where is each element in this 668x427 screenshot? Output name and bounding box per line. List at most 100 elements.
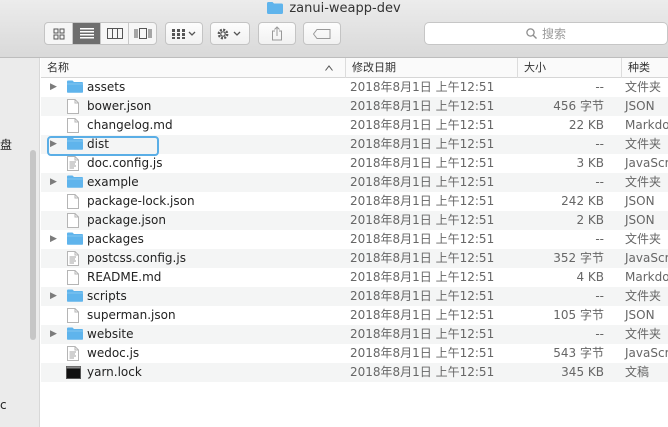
coverflow-view-icon — [134, 28, 151, 39]
file-kind: JSON — [625, 213, 655, 227]
icon-view-button[interactable] — [45, 23, 73, 44]
file-size: 345 KB — [561, 365, 604, 379]
action-menu-button[interactable] — [210, 22, 250, 45]
file-size: 105 字节 — [553, 308, 604, 322]
column-view-icon — [106, 28, 123, 39]
file-date: 2018年8月1日 上午12:51 — [350, 118, 495, 132]
tag-button[interactable] — [303, 22, 341, 45]
sort-ascending-icon — [325, 65, 333, 71]
file-size: -- — [595, 175, 604, 189]
disclosure-triangle-icon[interactable]: ▶ — [50, 173, 57, 192]
file-row[interactable]: yarn.lock 2018年8月1日 上午12:51 345 KB 文稿 — [41, 363, 668, 382]
file-row[interactable]: ▶ example 2018年8月1日 上午12:51 -- 文件夹 — [41, 173, 668, 192]
sidebar-item-disk[interactable]: 盘 — [0, 136, 12, 153]
selection-highlight — [47, 136, 159, 156]
column-header-date[interactable]: 修改日期 — [345, 58, 517, 78]
search-field[interactable]: 搜索 — [424, 22, 668, 45]
file-name: website — [87, 327, 134, 341]
file-kind: JSON — [625, 194, 655, 208]
file-size: 352 字节 — [553, 251, 604, 265]
group-icon — [172, 28, 196, 39]
file-kind: 文件夹 — [625, 137, 662, 151]
file-date: 2018年8月1日 上午12:51 — [350, 194, 495, 208]
file-kind: JSON — [625, 99, 655, 113]
file-date: 2018年8月1日 上午12:51 — [350, 346, 495, 360]
file-date: 2018年8月1日 上午12:51 — [350, 289, 495, 303]
column-kind-label: 种类 — [628, 61, 650, 74]
sidebar-scrollbar[interactable] — [30, 150, 36, 340]
file-date: 2018年8月1日 上午12:51 — [350, 213, 495, 227]
file-size: 543 字节 — [553, 346, 604, 360]
file-kind: JavaScr — [625, 251, 668, 265]
file-size: 242 KB — [561, 194, 604, 208]
file-name: bower.json — [87, 99, 152, 113]
file-kind: 文件夹 — [625, 175, 662, 189]
file-name: changelog.md — [87, 118, 173, 132]
share-button[interactable] — [258, 22, 296, 45]
file-row[interactable]: ▶ packages 2018年8月1日 上午12:51 -- 文件夹 — [41, 230, 668, 249]
file-name: package.json — [87, 213, 167, 227]
file-row[interactable]: ▶ website 2018年8月1日 上午12:51 -- 文件夹 — [41, 325, 668, 344]
file-size: 22 KB — [568, 118, 604, 132]
sidebar-item-c[interactable]: c — [0, 398, 7, 412]
file-kind: JSON — [625, 308, 655, 322]
file-row[interactable]: ▶ assets 2018年8月1日 上午12:51 -- 文件夹 — [41, 78, 668, 97]
view-mode-segmented-control[interactable] — [44, 22, 157, 45]
window-toolbar: zanui-weapp-dev 搜索 — [0, 0, 668, 58]
file-date: 2018年8月1日 上午12:51 — [350, 365, 495, 379]
file-name: assets — [87, 80, 126, 94]
file-name: doc.config.js — [87, 156, 163, 170]
list-view-icon — [79, 28, 94, 39]
list-view-button[interactable] — [73, 23, 101, 44]
file-name: packages — [87, 232, 144, 246]
column-header-name[interactable]: 名称 — [41, 58, 341, 78]
file-name: example — [87, 175, 139, 189]
file-kind: Markdo — [625, 118, 668, 132]
file-row[interactable]: bower.json 2018年8月1日 上午12:51 456 字节 JSON — [41, 97, 668, 116]
share-icon — [272, 26, 282, 41]
file-list: ▶ assets 2018年8月1日 上午12:51 -- 文件夹 bower.json 2… — [41, 78, 668, 427]
file-row[interactable]: doc.config.js 2018年8月1日 上午12:51 3 KB JavaSc… — [41, 154, 668, 173]
file-kind: 文件夹 — [625, 80, 662, 94]
file-row[interactable]: README.md 2018年8月1日 上午12:51 4 KB Markdo — [41, 268, 668, 287]
file-size: -- — [595, 80, 604, 94]
column-header-size[interactable]: 大小 — [517, 58, 621, 78]
file-row[interactable]: package-lock.json 2018年8月1日 上午12:51 242 KB… — [41, 192, 668, 211]
group-by-button[interactable] — [165, 22, 203, 45]
column-view-button[interactable] — [101, 23, 129, 44]
file-size: 3 KB — [576, 156, 604, 170]
file-size: -- — [595, 232, 604, 246]
file-row[interactable]: wedoc.js 2018年8月1日 上午12:51 543 字节 JavaScr — [41, 344, 668, 363]
file-date: 2018年8月1日 上午12:51 — [350, 175, 495, 189]
window-title-text: zanui-weapp-dev — [289, 1, 401, 16]
file-name: package-lock.json — [87, 194, 195, 208]
window-title: zanui-weapp-dev — [0, 1, 668, 16]
coverflow-view-button[interactable] — [129, 23, 156, 44]
disclosure-triangle-icon[interactable]: ▶ — [50, 287, 57, 306]
file-name: postcss.config.js — [87, 251, 186, 265]
column-header-kind[interactable]: 种类 — [621, 58, 668, 78]
disclosure-triangle-icon[interactable]: ▶ — [50, 78, 57, 97]
disclosure-triangle-icon[interactable]: ▶ — [50, 325, 57, 344]
file-date: 2018年8月1日 上午12:51 — [350, 327, 495, 341]
file-kind: 文件夹 — [625, 289, 662, 303]
file-date: 2018年8月1日 上午12:51 — [350, 270, 495, 284]
file-name: scripts — [87, 289, 127, 303]
file-date: 2018年8月1日 上午12:51 — [350, 251, 495, 265]
column-size-label: 大小 — [524, 61, 546, 74]
file-row[interactable]: superman.json 2018年8月1日 上午12:51 105 字节 JSON — [41, 306, 668, 325]
file-kind: JavaScr — [625, 346, 668, 360]
file-row[interactable]: changelog.md 2018年8月1日 上午12:51 22 KB Markdo — [41, 116, 668, 135]
file-date: 2018年8月1日 上午12:51 — [350, 308, 495, 322]
file-name: superman.json — [87, 308, 176, 322]
file-kind: 文稿 — [625, 365, 650, 379]
file-date: 2018年8月1日 上午12:51 — [350, 80, 495, 94]
file-row[interactable]: postcss.config.js 2018年8月1日 上午12:51 352 字节… — [41, 249, 668, 268]
file-kind: 文件夹 — [625, 327, 662, 341]
file-row[interactable]: ▶ scripts 2018年8月1日 上午12:51 -- 文件夹 — [41, 287, 668, 306]
disclosure-triangle-icon[interactable]: ▶ — [50, 230, 57, 249]
icon-view-icon — [53, 28, 64, 39]
search-icon — [526, 28, 537, 39]
file-size: 456 字节 — [553, 99, 604, 113]
file-row[interactable]: package.json 2018年8月1日 上午12:51 2 KB JSON — [41, 211, 668, 230]
